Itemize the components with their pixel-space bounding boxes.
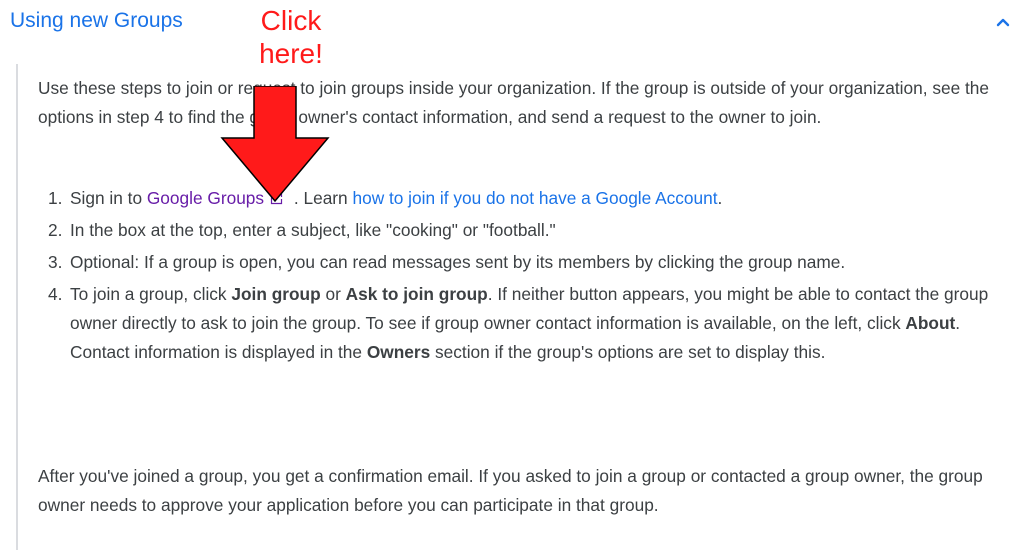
- step-text: In the box at the top, enter a subject, …: [70, 220, 556, 240]
- outro-paragraph: After you've joined a group, you get a c…: [38, 462, 1013, 520]
- step-text: Sign in to: [70, 188, 147, 208]
- steps-list: 1. Sign in to Google Groups . Learn how …: [38, 184, 1013, 367]
- join-without-account-link[interactable]: how to join if you do not have a Google …: [352, 188, 717, 208]
- step-number: 1.: [48, 188, 63, 208]
- click-here-annotation: Click here!: [246, 4, 336, 70]
- step-number: 4.: [48, 284, 63, 304]
- annotation-line-1: Click: [260, 5, 322, 36]
- owners-label: Owners: [366, 342, 431, 362]
- annotation-line-2: here!: [259, 38, 323, 69]
- step-text: .: [717, 188, 723, 208]
- step-text: Optional: If a group is open, you can re…: [70, 252, 846, 272]
- list-item: 1. Sign in to Google Groups . Learn how …: [38, 184, 1013, 213]
- section-title[interactable]: Using new Groups: [10, 9, 183, 33]
- join-group-label: Join group: [231, 284, 321, 304]
- section-header[interactable]: Using new Groups: [0, 0, 1017, 48]
- section-content: Use these steps to join or request to jo…: [16, 64, 1013, 550]
- chevron-up-icon[interactable]: [993, 12, 1013, 32]
- list-item: 3. Optional: If a group is open, you can…: [38, 248, 1013, 277]
- about-label: About: [905, 313, 956, 333]
- step-number: 3.: [48, 252, 63, 272]
- step-text: or: [320, 284, 346, 304]
- intro-paragraph: Use these steps to join or request to jo…: [38, 74, 1013, 132]
- list-item: 2. In the box at the top, enter a subjec…: [38, 216, 1013, 245]
- ask-to-join-label: Ask to join group: [345, 284, 488, 304]
- intro-text: Use these steps to join or request to jo…: [38, 78, 990, 127]
- red-down-arrow-icon: [220, 86, 330, 202]
- list-item: 4. To join a group, click Join group or …: [38, 280, 1013, 367]
- step-text: To join a group, click: [70, 284, 232, 304]
- outro-text: After you've joined a group, you get a c…: [38, 466, 983, 515]
- step-number: 2.: [48, 220, 63, 240]
- step-text: section if the group's options are set t…: [430, 342, 826, 362]
